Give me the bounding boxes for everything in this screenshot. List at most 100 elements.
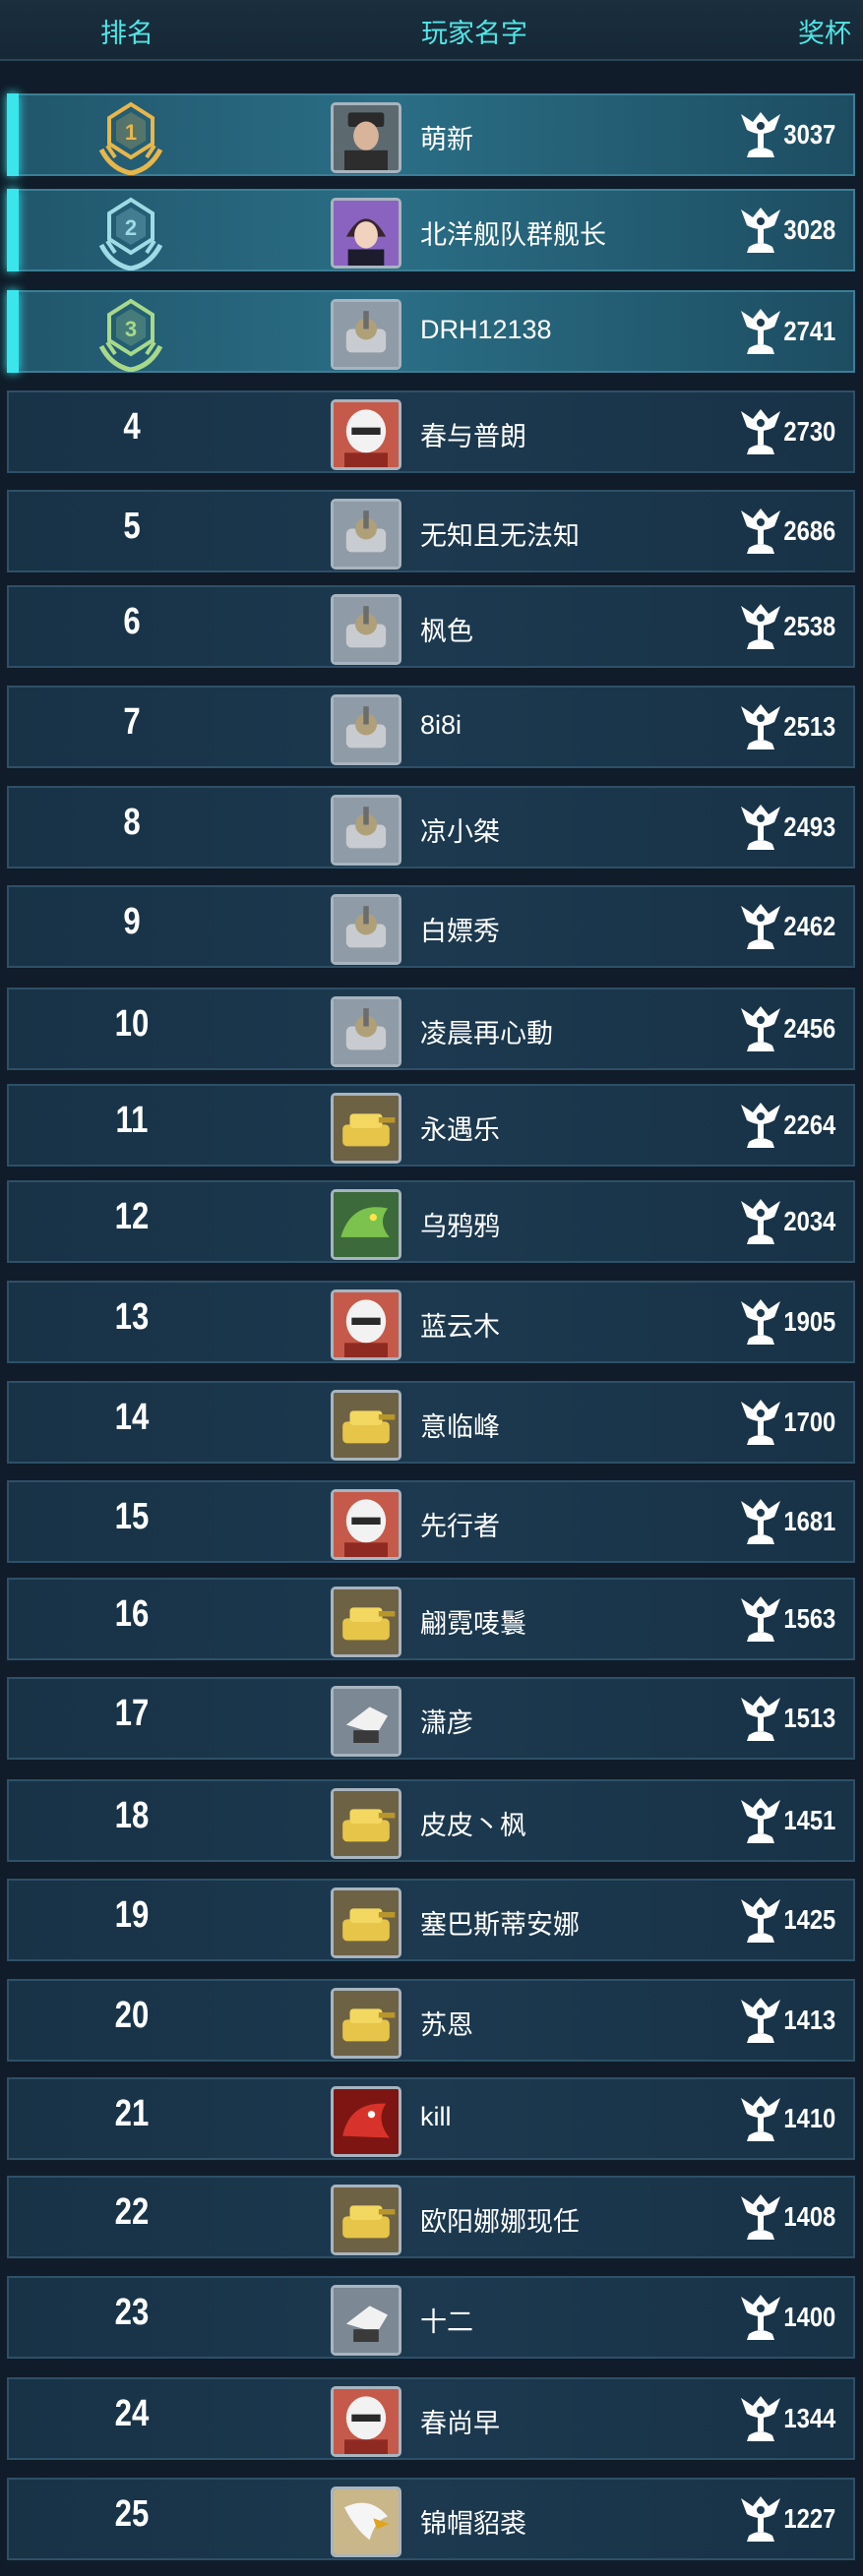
trophy-icon	[737, 1592, 784, 1646]
trophy-count: 2462	[783, 911, 835, 941]
leaderboard-row[interactable]: 15 先行者 1681	[7, 1480, 855, 1563]
trophy-icon	[737, 1099, 784, 1152]
rank-number: 10	[114, 1003, 150, 1045]
leaderboard-row[interactable]: 23 十二 1400	[7, 2276, 855, 2359]
rank-column-header: 排名	[100, 19, 154, 48]
trophy-count: 2686	[783, 515, 835, 546]
leaderboard-row[interactable]: 2 北洋舰队群舰长 3028	[7, 189, 855, 271]
silver-medal-icon: 2	[92, 194, 170, 271]
highlight-bar	[7, 290, 19, 373]
trophy-count: 1410	[783, 2103, 835, 2133]
leaderboard-row[interactable]: 11 永遇乐 2264	[7, 1084, 855, 1167]
leaderboard-row[interactable]: 1 萌新 3037	[7, 93, 855, 176]
trophy-count: 1227	[783, 2503, 835, 2534]
gold-tank-avatar-icon[interactable]	[331, 1988, 401, 2059]
gold-tank-avatar-icon[interactable]	[331, 1887, 401, 1958]
trophy-icon	[737, 204, 784, 257]
trophy-count: 2730	[783, 416, 835, 447]
rank-number: 6	[123, 601, 141, 642]
white-helmet-avatar-icon[interactable]	[331, 399, 401, 470]
trophy-icon	[737, 2392, 784, 2445]
gold-tank-avatar-icon[interactable]	[331, 1390, 401, 1461]
leaderboard-row[interactable]: 22 欧阳娜娜现任 1408	[7, 2176, 855, 2258]
anime-portrait-avatar-icon[interactable]	[331, 198, 401, 269]
white-helmet-avatar-icon[interactable]	[331, 1289, 401, 1360]
leaderboard-row[interactable]: 14 意临峰 1700	[7, 1381, 855, 1464]
svg-text:3: 3	[125, 317, 137, 341]
leaderboard-row[interactable]: 10 凌晨再心動 2456	[7, 988, 855, 1070]
trophy-icon	[737, 108, 784, 161]
silver-tank-avatar-icon[interactable]	[331, 795, 401, 866]
green-dragon-avatar-icon[interactable]	[331, 1189, 401, 1260]
leaderboard-row[interactable]: 4 春与普朗 2730	[7, 390, 855, 473]
player-name: 枫色	[420, 617, 473, 646]
trophy-count: 1681	[783, 1506, 835, 1536]
leaderboard-row[interactable]: 5 无知且无法知 2686	[7, 490, 855, 572]
leaderboard-row[interactable]: 25 锦帽貂裘 1227	[7, 2478, 855, 2560]
silver-tank-avatar-icon[interactable]	[331, 499, 401, 569]
rank-number: 4	[123, 406, 141, 448]
silver-tank-avatar-icon[interactable]	[331, 694, 401, 765]
trophy-column-header: 奖杯	[798, 19, 851, 48]
officer-portrait-avatar-icon[interactable]	[331, 102, 401, 173]
leaderboard-row[interactable]: 7 8i8i 2513	[7, 686, 855, 768]
trophy-icon	[737, 900, 784, 953]
leaderboard-header: 排名 玩家名字 奖杯	[0, 0, 863, 61]
player-name: 塞巴斯蒂安娜	[420, 1910, 580, 1940]
white-helmet-avatar-icon[interactable]	[331, 2386, 401, 2457]
silver-tank-avatar-icon[interactable]	[331, 299, 401, 370]
leaderboard-row[interactable]: 16 翩霓唛鬟 1563	[7, 1578, 855, 1660]
trophy-count: 2493	[783, 811, 835, 842]
white-robot-avatar-icon[interactable]	[331, 2285, 401, 2356]
trophy-count: 2513	[783, 711, 835, 742]
leaderboard-row[interactable]: 20 苏恩 1413	[7, 1979, 855, 2062]
leaderboard-row[interactable]: 9 白嫖秀 2462	[7, 885, 855, 968]
gold-tank-avatar-icon[interactable]	[331, 1788, 401, 1859]
trophy-count: 1400	[783, 2302, 835, 2332]
silver-tank-avatar-icon[interactable]	[331, 894, 401, 965]
leaderboard-row[interactable]: 13 蓝云木 1905	[7, 1281, 855, 1363]
leaderboard-row[interactable]: 8 凉小桀 2493	[7, 786, 855, 869]
rank-number: 15	[114, 1496, 150, 1537]
leaderboard-row[interactable]: 17 潇彦 1513	[7, 1677, 855, 1760]
svg-text:2: 2	[125, 215, 137, 240]
player-name: 欧阳娜娜现任	[420, 2207, 580, 2237]
gold-tank-avatar-icon[interactable]	[331, 1587, 401, 1657]
gold-tank-avatar-icon[interactable]	[331, 2185, 401, 2255]
player-name: 潇彦	[420, 1708, 473, 1738]
rank-number: 13	[114, 1296, 150, 1338]
gold-tank-avatar-icon[interactable]	[331, 1093, 401, 1164]
trophy-icon	[737, 2291, 784, 2344]
trophy-count: 2034	[783, 1206, 835, 1236]
silver-tank-avatar-icon[interactable]	[331, 996, 401, 1067]
trophy-count: 1513	[783, 1703, 835, 1733]
trophy-icon	[737, 801, 784, 854]
trophy-icon	[737, 405, 784, 458]
red-dragon-avatar-icon[interactable]	[331, 2086, 401, 2157]
trophy-icon	[737, 1002, 784, 1055]
leaderboard-row[interactable]: 18 皮皮丶枫 1451	[7, 1779, 855, 1862]
silver-tank-avatar-icon[interactable]	[331, 594, 401, 665]
white-helmet-avatar-icon[interactable]	[331, 1489, 401, 1560]
leaderboard-row[interactable]: 21 kill 1410	[7, 2077, 855, 2160]
player-name: 锦帽貂裘	[420, 2509, 526, 2539]
rank-number: 16	[114, 1593, 150, 1635]
trophy-count: 1344	[783, 2403, 835, 2433]
rank-number: 19	[114, 1894, 150, 1936]
leaderboard-row[interactable]: 24 春尚早 1344	[7, 2377, 855, 2460]
trophy-count: 1451	[783, 1805, 835, 1835]
trophy-count: 1700	[783, 1407, 835, 1437]
eagle-avatar-icon[interactable]	[331, 2486, 401, 2557]
player-name: 蓝云木	[420, 1312, 500, 1342]
rank-number: 20	[114, 1995, 150, 2036]
leaderboard-row[interactable]: 12 乌鸦鸦 2034	[7, 1180, 855, 1263]
white-robot-avatar-icon[interactable]	[331, 1686, 401, 1757]
player-name: 萌新	[420, 125, 473, 154]
player-name: 乌鸦鸦	[420, 1212, 500, 1241]
rank-number: 21	[114, 2093, 150, 2134]
leaderboard-row[interactable]: 6 枫色 2538	[7, 585, 855, 668]
leaderboard-row[interactable]: 3 DRH12138 2741	[7, 290, 855, 373]
leaderboard-row[interactable]: 19 塞巴斯蒂安娜 1425	[7, 1879, 855, 1961]
name-column-header: 玩家名字	[421, 19, 527, 48]
player-name: 翩霓唛鬟	[420, 1609, 526, 1639]
